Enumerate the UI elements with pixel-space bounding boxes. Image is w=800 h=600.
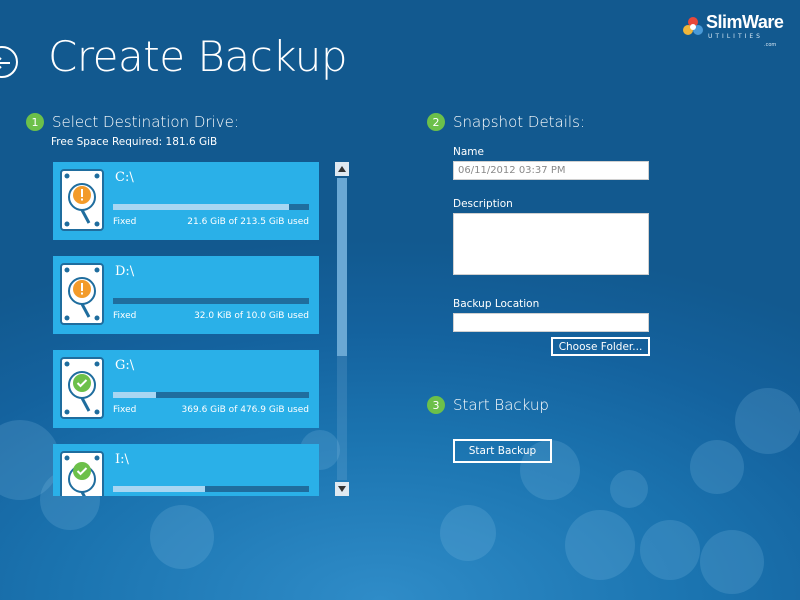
drive-usage-bar	[113, 486, 309, 492]
name-label: Name	[453, 146, 484, 158]
check-icon	[73, 374, 91, 392]
drive-card-i[interactable]: I:\	[53, 444, 319, 496]
scroll-track[interactable]	[337, 178, 347, 480]
logo-text: SlimWare	[706, 12, 784, 32]
back-button[interactable]	[0, 46, 18, 78]
check-icon	[73, 462, 91, 480]
step-number-badge: 2	[427, 113, 445, 131]
backup-location-label: Backup Location	[453, 298, 540, 310]
back-arrow-icon	[0, 57, 10, 69]
drive-type: Fixed	[113, 405, 137, 415]
name-input[interactable]	[453, 161, 649, 180]
drive-usage-bar	[113, 392, 309, 398]
slimware-logo-icon	[683, 17, 703, 35]
drive-type: Fixed	[113, 311, 137, 321]
drive-letter: I:\	[115, 452, 129, 467]
drive-list: C:\ Fixed 21.6 GiB of 213.5 GiB used D:\…	[53, 162, 319, 496]
step-number-badge: 3	[427, 396, 445, 414]
start-backup-button[interactable]: Start Backup	[453, 439, 552, 463]
step-label: Snapshot Details:	[453, 113, 585, 131]
backup-location-input[interactable]	[453, 313, 649, 332]
scroll-thumb[interactable]	[337, 178, 347, 356]
warning-icon	[73, 280, 91, 298]
arrow-up-icon	[338, 166, 346, 172]
step-1-heading: 1 Select Destination Drive:	[26, 113, 239, 131]
drive-letter: D:\	[115, 264, 135, 279]
description-input[interactable]	[453, 213, 649, 275]
choose-folder-button[interactable]: Choose Folder...	[551, 337, 650, 356]
drive-type: Fixed	[113, 217, 137, 227]
page-title: Create Backup	[48, 32, 348, 81]
drive-letter: G:\	[115, 358, 135, 373]
warning-icon	[73, 186, 91, 204]
slimware-logo: SlimWare UTILITIES .com	[682, 12, 784, 48]
drive-usage-text: 369.6 GiB of 476.9 GiB used	[181, 405, 309, 415]
drive-card-g[interactable]: G:\ Fixed 369.6 GiB of 476.9 GiB used	[53, 350, 319, 428]
drive-usage-bar	[113, 298, 309, 304]
scroll-down-button[interactable]	[335, 482, 349, 496]
logo-subtext: UTILITIES	[708, 33, 763, 40]
step-number-badge: 1	[26, 113, 44, 131]
drive-list-scrollbar[interactable]	[335, 162, 349, 496]
logo-domain: .com	[764, 42, 777, 48]
step-label: Start Backup	[453, 396, 549, 414]
drive-card-c[interactable]: C:\ Fixed 21.6 GiB of 213.5 GiB used	[53, 162, 319, 240]
drive-usage-bar	[113, 204, 309, 210]
free-space-required: Free Space Required: 181.6 GiB	[51, 136, 218, 148]
scroll-up-button[interactable]	[335, 162, 349, 176]
drive-letter: C:\	[115, 170, 134, 185]
drive-usage-text: 21.6 GiB of 213.5 GiB used	[187, 217, 309, 227]
step-label: Select Destination Drive:	[52, 113, 239, 131]
drive-card-d[interactable]: D:\ Fixed 32.0 KiB of 10.0 GiB used	[53, 256, 319, 334]
step-2-heading: 2 Snapshot Details:	[427, 113, 585, 131]
description-label: Description	[453, 198, 513, 210]
drive-usage-text: 32.0 KiB of 10.0 GiB used	[194, 311, 309, 321]
step-3-heading: 3 Start Backup	[427, 396, 549, 414]
arrow-down-icon	[338, 486, 346, 492]
